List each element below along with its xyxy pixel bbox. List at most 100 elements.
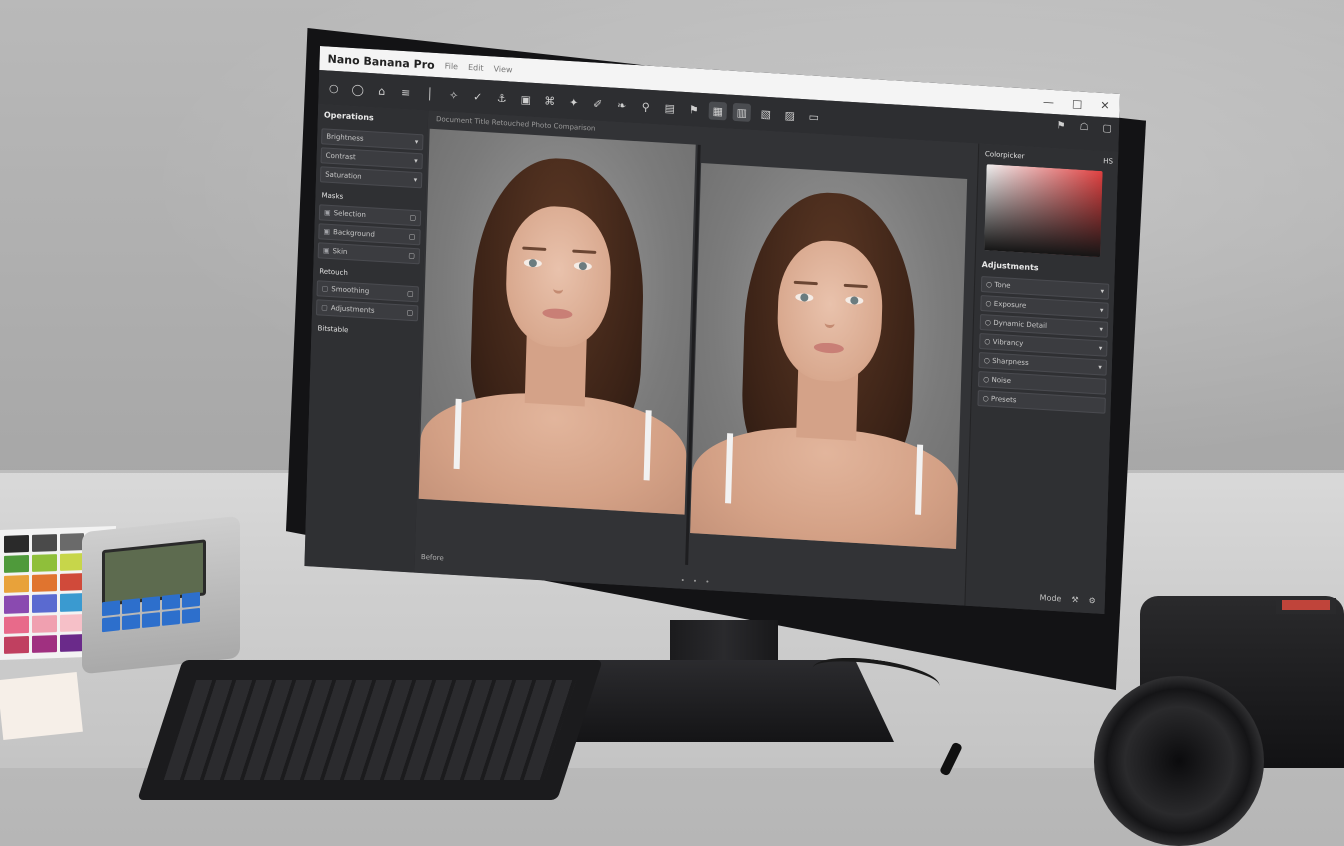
- adjust-label: Tone: [994, 280, 1011, 290]
- mask-tool-icon[interactable]: ⚲: [637, 97, 656, 116]
- chevron-down-icon: ▾: [1099, 325, 1104, 334]
- adjust-label: Dynamic Detail: [993, 318, 1048, 331]
- color-swatch: [31, 614, 57, 633]
- adjust-icon: ○: [983, 356, 991, 365]
- chevron-down-icon: ▾: [1099, 306, 1104, 315]
- color-mode-toggle[interactable]: HS: [1103, 157, 1113, 166]
- minimize-icon[interactable]: —: [1043, 95, 1054, 109]
- image-canvas[interactable]: Document Title Retouched Photo Compariso…: [414, 110, 979, 606]
- compare-view-icon[interactable]: ▦: [708, 101, 728, 121]
- pattern-tool-icon[interactable]: ▨: [781, 106, 800, 125]
- left-panel-footer: Bitstable: [317, 324, 349, 335]
- adjust-label: Sharpness: [992, 356, 1029, 368]
- mask-row-background[interactable]: ▣ Background ▢: [318, 223, 421, 246]
- flag-icon[interactable]: ⚑: [1056, 120, 1065, 132]
- portrait-nose: [824, 302, 836, 329]
- flag-tool-icon[interactable]: ⚑: [685, 100, 704, 119]
- check-tool-icon[interactable]: ✓: [469, 87, 488, 106]
- star-tool-icon[interactable]: ✦: [565, 93, 584, 112]
- retouch-row-smoothing[interactable]: ▢ Smoothing ▢: [316, 280, 419, 303]
- anchor-tool-icon[interactable]: ⚓: [493, 88, 512, 107]
- magic-wand-icon[interactable]: ✧: [445, 86, 464, 105]
- contrast-row[interactable]: Contrast ▾: [320, 147, 423, 170]
- color-swatch: [4, 635, 29, 654]
- camera-accent: [1282, 600, 1330, 610]
- mask-label: Background: [332, 228, 375, 239]
- color-swatch: [59, 533, 85, 552]
- filter-tool-icon[interactable]: ▧: [757, 104, 776, 123]
- brightness-label: Brightness: [326, 132, 364, 143]
- color-picker-title: Colorpicker: [984, 150, 1025, 161]
- visibility-icon[interactable]: ▢: [406, 309, 413, 317]
- mask-label: Selection: [333, 209, 367, 220]
- color-swatch: [31, 634, 57, 653]
- color-swatch: [4, 615, 29, 634]
- before-label: Before: [420, 552, 444, 563]
- mask-row-selection[interactable]: ▣ Selection ▢: [318, 204, 422, 227]
- brightness-row[interactable]: Brightness ▾: [321, 128, 424, 151]
- maximize-icon[interactable]: □: [1072, 97, 1083, 111]
- retouch-label: Smoothing: [331, 285, 370, 296]
- layers-tool-icon[interactable]: ≡: [397, 83, 416, 102]
- before-photo[interactable]: [418, 128, 696, 515]
- color-swatch: [31, 574, 57, 593]
- adjust-icon: ○: [983, 375, 990, 384]
- ellipse-tool-icon[interactable]: ◯: [349, 80, 368, 99]
- visibility-icon[interactable]: ▢: [407, 290, 414, 298]
- heal-tool-icon[interactable]: ❧: [613, 96, 632, 115]
- settings-icon[interactable]: ⚙: [1088, 596, 1095, 605]
- keyboard-keys: [163, 680, 577, 780]
- grid-tool-icon[interactable]: ▤: [661, 99, 680, 118]
- contrast-label: Contrast: [325, 151, 356, 162]
- visibility-icon[interactable]: ▢: [409, 233, 416, 241]
- retouch-icon: ▢: [321, 284, 329, 293]
- mask-label: Skin: [332, 247, 348, 257]
- command-tool-icon[interactable]: ⌘: [541, 91, 560, 110]
- calibrator-device: [82, 515, 240, 675]
- saturation-row[interactable]: Saturation ▾: [319, 166, 423, 189]
- adjust-label: Vibrancy: [992, 337, 1024, 348]
- retouch-row-adjustments[interactable]: ▢ Adjustments ▢: [315, 299, 419, 322]
- mode-label[interactable]: Mode: [1039, 593, 1061, 603]
- adjust-icon: ○: [982, 394, 989, 403]
- color-swatch: [31, 594, 57, 613]
- menu-file[interactable]: File: [445, 61, 459, 71]
- pagination-dots[interactable]: • • •: [681, 577, 713, 587]
- color-swatch: [31, 554, 57, 573]
- menu-edit[interactable]: Edit: [468, 62, 484, 72]
- color-swatch: [59, 613, 85, 632]
- home-tool-icon[interactable]: ⌂: [373, 81, 392, 100]
- color-swatch: [59, 573, 85, 592]
- chevron-down-icon: ▾: [414, 156, 418, 166]
- adjust-icon: ○: [984, 318, 992, 327]
- visibility-icon[interactable]: ▢: [408, 252, 415, 260]
- mask-icon: ▣: [322, 246, 330, 255]
- after-photo[interactable]: [690, 163, 968, 550]
- chevron-down-icon: ▾: [413, 175, 418, 185]
- mask-row-skin[interactable]: ▣ Skin ▢: [317, 242, 421, 265]
- adjust-label: Exposure: [993, 299, 1027, 310]
- operations-panel: Operations Brightness ▾ Contrast ▾ Satur…: [304, 104, 430, 573]
- saturation-label: Saturation: [325, 170, 362, 181]
- color-swatch: [59, 553, 85, 572]
- color-swatch: [4, 595, 29, 614]
- split-view-icon[interactable]: ▥: [732, 102, 752, 122]
- close-icon[interactable]: ✕: [1100, 98, 1110, 112]
- menu-view[interactable]: View: [493, 64, 512, 74]
- adjust-icon: ○: [985, 280, 993, 289]
- portrait-nose: [553, 268, 564, 294]
- lasso-tool-icon[interactable]: ○: [325, 78, 344, 97]
- chevron-down-icon: ▾: [1098, 344, 1103, 353]
- frame-tool-icon[interactable]: ▭: [805, 107, 824, 126]
- color-picker-field[interactable]: [984, 164, 1103, 258]
- pen-tool-icon[interactable]: ✐: [589, 94, 608, 113]
- window-icon[interactable]: ▢: [1102, 123, 1112, 135]
- info-icon[interactable]: ☖: [1079, 122, 1088, 134]
- status-bar: Mode ⚒ ⚙: [1039, 593, 1095, 605]
- app-title: Nano Banana Pro: [327, 51, 435, 72]
- visibility-icon[interactable]: ▢: [409, 214, 416, 222]
- crop-tool-icon[interactable]: ▣: [517, 90, 536, 109]
- tools-icon[interactable]: ⚒: [1071, 595, 1078, 604]
- color-swatch: [4, 575, 29, 594]
- color-swatch: [4, 555, 29, 574]
